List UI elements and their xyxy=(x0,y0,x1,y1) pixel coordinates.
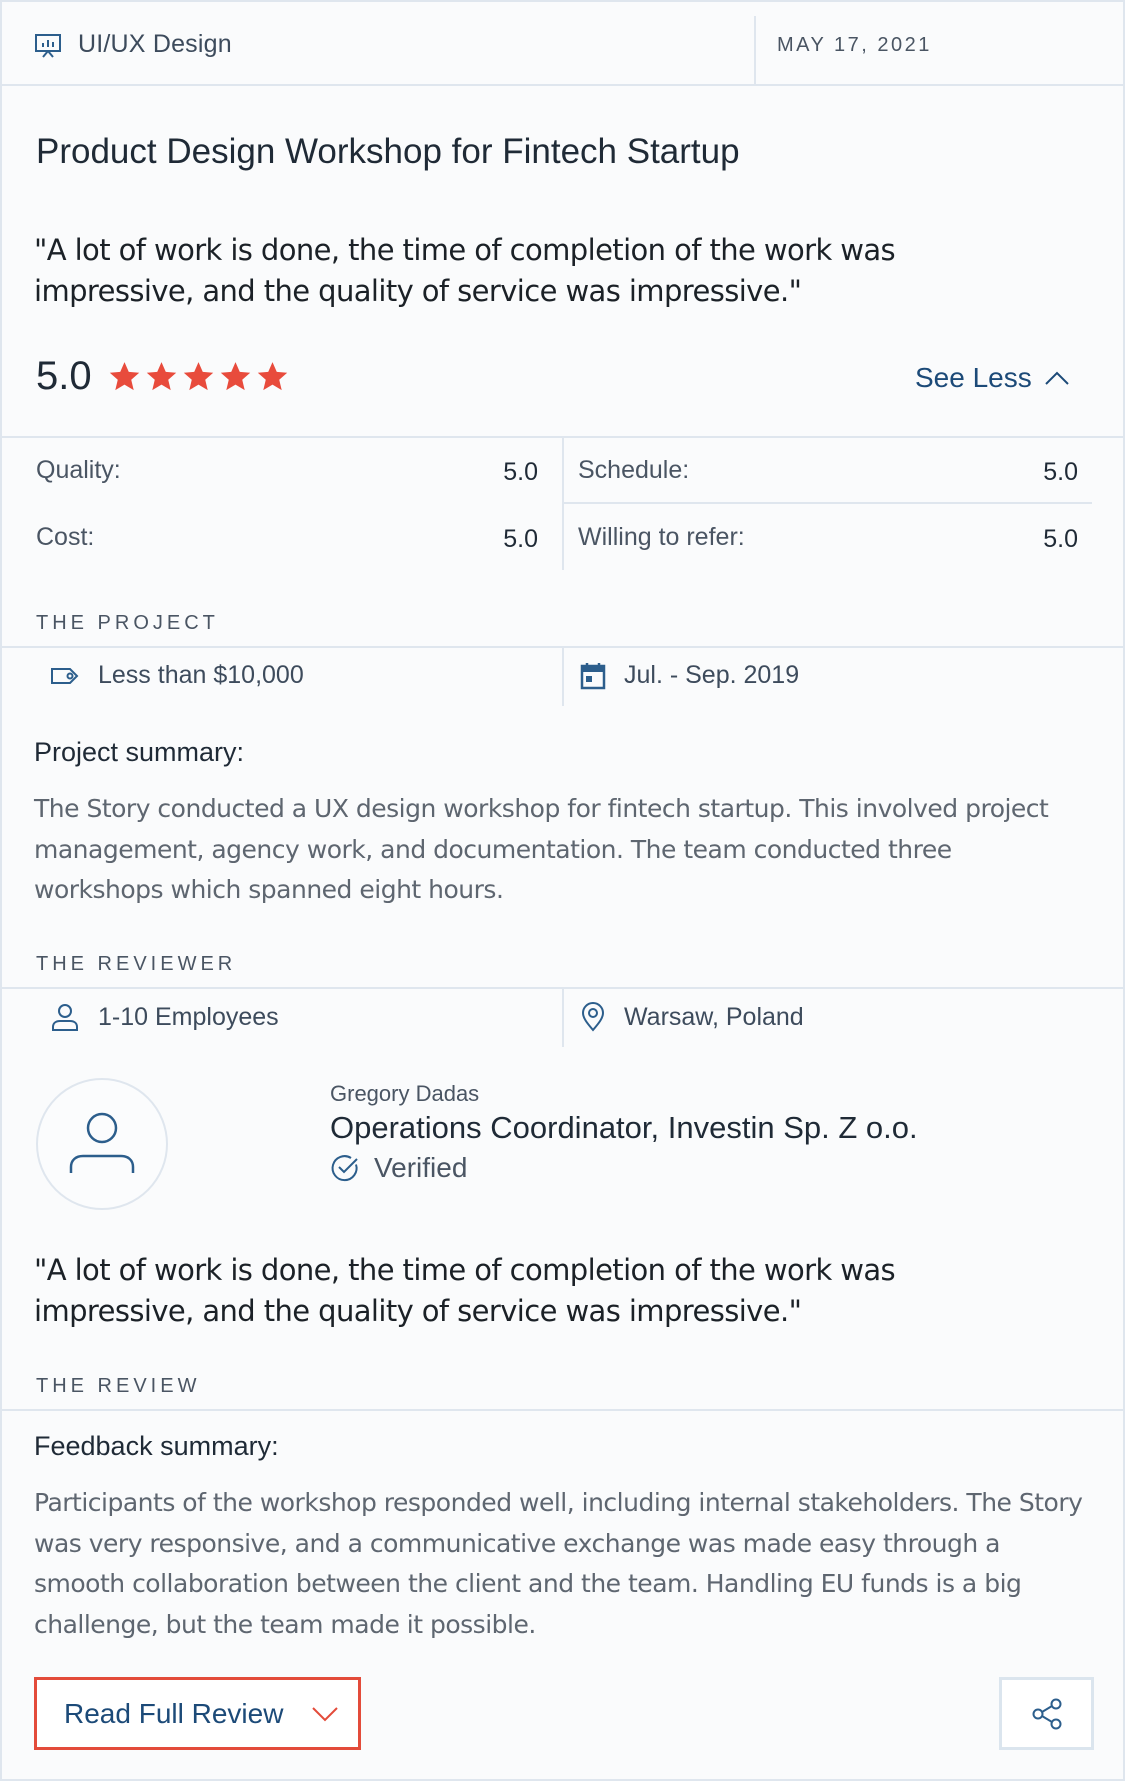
divider xyxy=(562,648,564,706)
category-label: UI/UX Design xyxy=(78,30,232,58)
reviewer-role: Operations Coordinator, Investin Sp. Z o… xyxy=(330,1110,918,1145)
chevron-down-icon xyxy=(312,1706,339,1721)
score-value-schedule: 5.0 xyxy=(1043,458,1078,486)
reviewer-name: Gregory Dadas xyxy=(330,1081,480,1106)
presentation-board-icon xyxy=(35,33,61,58)
section-heading-reviewer: THE REVIEWER xyxy=(36,953,237,975)
star-icon xyxy=(220,362,250,391)
feedback-summary-heading: Feedback summary: xyxy=(34,1431,279,1461)
location-label: Warsaw, Poland xyxy=(624,1002,804,1031)
divider xyxy=(562,989,564,1047)
share-icon xyxy=(1032,1698,1061,1729)
verified-badge: Verified xyxy=(330,1152,467,1184)
divider xyxy=(2,1409,1123,1411)
verified-label: Verified xyxy=(374,1152,468,1183)
reviewer-location: Warsaw, Poland xyxy=(580,1002,804,1032)
share-button[interactable] xyxy=(999,1677,1094,1750)
star-icon xyxy=(183,362,213,391)
overall-rating-value: 5.0 xyxy=(36,354,92,398)
company-size-label: 1-10 Employees xyxy=(98,1002,279,1031)
location-pin-icon xyxy=(581,1002,605,1032)
avatar xyxy=(36,1078,168,1210)
check-circle-icon xyxy=(331,1155,358,1182)
score-value-cost: 5.0 xyxy=(503,525,538,553)
review-header: UI/UX Design MAY 17, 2021 xyxy=(2,2,1123,86)
review-title: Product Design Workshop for Fintech Star… xyxy=(36,132,740,171)
reviewer-quote: "A lot of work is done, the time of comp… xyxy=(34,1253,896,1328)
category: UI/UX Design xyxy=(34,30,232,59)
section-heading-project: THE PROJECT xyxy=(36,612,219,634)
score-label-schedule: Schedule: xyxy=(578,456,690,484)
star-icon xyxy=(257,362,287,391)
overall-rating: 5.0 xyxy=(36,354,289,399)
calendar-icon xyxy=(580,662,606,689)
score-value-quality: 5.0 xyxy=(503,458,538,486)
divider xyxy=(562,438,564,570)
score-label-cost: Cost: xyxy=(36,523,95,551)
review-quote: "A lot of work is done, the time of comp… xyxy=(34,233,896,308)
review-card: UI/UX Design MAY 17, 2021 Product Design… xyxy=(0,0,1125,1781)
see-less-button[interactable]: See Less xyxy=(915,362,1070,394)
score-label-willing-to-refer: Willing to refer: xyxy=(578,523,745,551)
score-value-willing-to-refer: 5.0 xyxy=(1043,525,1078,553)
price-tag-icon xyxy=(51,667,79,684)
project-summary-text: The Story conducted a UX design workshop… xyxy=(34,794,1049,904)
header-divider xyxy=(754,16,756,86)
person-icon xyxy=(52,1004,78,1031)
project-timeline: Jul. - Sep. 2019 xyxy=(580,661,799,690)
score-label-quality: Quality: xyxy=(36,456,121,484)
project-budget-label: Less than $10,000 xyxy=(98,661,304,689)
star-icon xyxy=(146,362,176,391)
feedback-summary-text: Participants of the workshop responded w… xyxy=(34,1488,1083,1639)
project-summary-heading: Project summary: xyxy=(34,737,245,767)
project-timeline-label: Jul. - Sep. 2019 xyxy=(624,661,800,689)
review-date: MAY 17, 2021 xyxy=(777,34,932,56)
user-avatar-icon xyxy=(69,1112,135,1173)
read-full-review-label: Read Full Review xyxy=(64,1697,284,1729)
divider xyxy=(564,502,1092,504)
read-full-review-button[interactable]: Read Full Review xyxy=(34,1677,361,1750)
section-heading-review: THE REVIEW xyxy=(36,1375,201,1397)
chevron-up-icon xyxy=(1045,371,1069,385)
reviewer-company-size: 1-10 Employees xyxy=(50,1002,279,1032)
see-less-label: See Less xyxy=(915,362,1032,393)
star-icon xyxy=(109,362,139,391)
star-rating xyxy=(108,360,289,393)
project-budget: Less than $10,000 xyxy=(50,661,304,690)
